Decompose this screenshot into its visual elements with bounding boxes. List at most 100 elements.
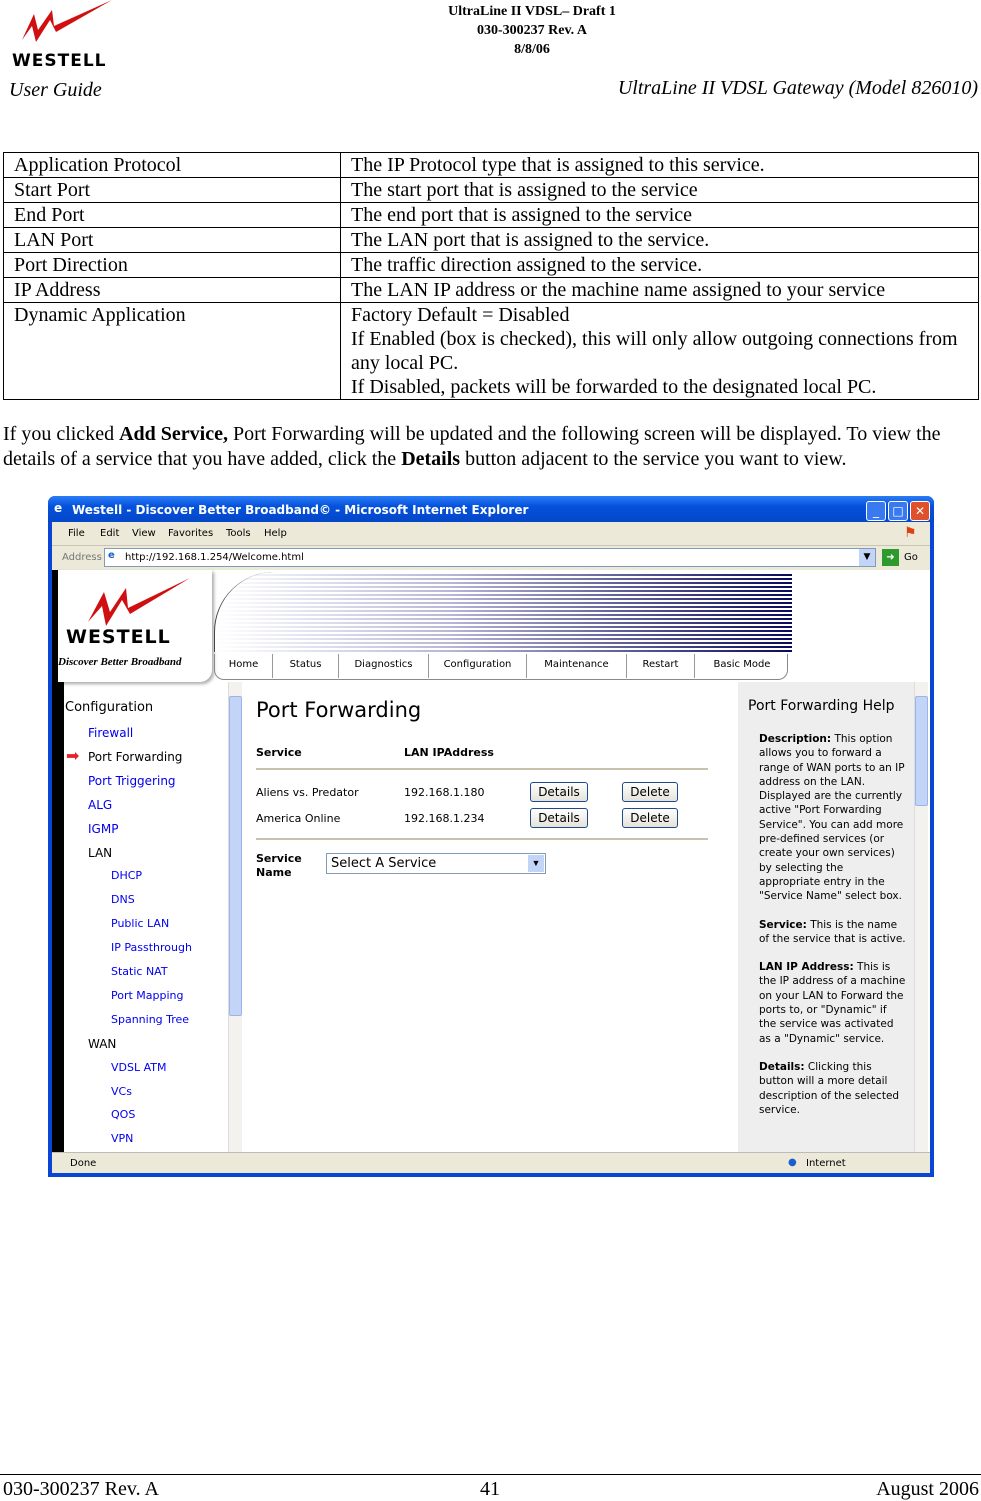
details-button[interactable]: Details (530, 782, 588, 802)
sidebar-item-ip-passthrough[interactable]: IP Passthrough (111, 941, 192, 954)
help-panel: Port Forwarding Help Description: This o… (738, 682, 914, 1152)
sidebar-item-dhcp[interactable]: DHCP (111, 869, 142, 882)
service-name-select[interactable]: Select A Service ▼ (326, 853, 546, 874)
help-item: Details: Clicking this button will a mor… (759, 1060, 906, 1117)
help-title: Port Forwarding Help (748, 698, 895, 714)
go-button[interactable]: Go (904, 552, 918, 563)
windows-logo-icon: ⚑ (904, 525, 917, 541)
minimize-button[interactable]: _ (866, 501, 886, 521)
description-line: The IP Protocol type that is assigned to… (351, 154, 765, 176)
help-term: Description: (759, 733, 832, 745)
help-item: Description: This option allows you to f… (759, 732, 906, 904)
sidebar-item-alg[interactable]: ALG (88, 798, 112, 812)
menu-help[interactable]: Help (264, 528, 287, 539)
instruction-paragraph: If you clicked Add Service, Port Forward… (3, 423, 941, 470)
go-arrow-icon[interactable]: ➜ (882, 549, 899, 566)
menu-tools[interactable]: Tools (226, 528, 251, 539)
maximize-button[interactable]: □ (888, 501, 908, 521)
address-input[interactable]: http://192.168.1.254/Welcome.html e ▼ (104, 548, 876, 567)
sidebar-scrollbar[interactable] (228, 682, 242, 1152)
banner-logo-text: WESTELL (66, 626, 171, 648)
description-cell: Factory Default = Disabled If Enabled (bo… (340, 302, 979, 400)
description-line: The LAN IP address or the machine name a… (351, 279, 886, 301)
url-text: http://192.168.1.254/Welcome.html (125, 552, 304, 563)
description-line: Factory Default = Disabled (351, 304, 570, 326)
col-header-service: Service (256, 746, 302, 759)
description-cell: The LAN port that is assigned to the ser… (340, 227, 979, 253)
sidebar: Configuration Firewall Port Forwarding ➡ Po… (64, 682, 228, 1152)
term-cell: LAN Port (3, 227, 341, 253)
divider (256, 768, 708, 770)
sidebar-item-vcs[interactable]: VCs (111, 1085, 132, 1098)
nav-restart[interactable]: Restart (627, 654, 695, 678)
nav-configuration[interactable]: Configuration (429, 654, 527, 678)
description-cell: The start port that is assigned to the s… (340, 177, 979, 203)
nav-home[interactable]: Home (215, 654, 273, 678)
nav-basic-mode[interactable]: Basic Mode (695, 654, 789, 678)
banner-logo-area: WESTELL Discover Better Broadband (52, 570, 212, 682)
help-text: This is the IP address of a machine on y… (759, 961, 906, 1045)
close-button[interactable]: ✕ (910, 501, 930, 521)
table-row: IP Address The LAN IP address or the mach… (3, 277, 979, 303)
sidebar-item-public-lan[interactable]: Public LAN (111, 917, 169, 930)
nav-maintenance[interactable]: Maintenance (527, 654, 627, 678)
description-line: The start port that is assigned to the s… (351, 179, 698, 201)
sidebar-item-dns[interactable]: DNS (111, 893, 135, 906)
chevron-down-icon[interactable]: ▼ (528, 855, 544, 872)
description-line: The LAN port that is assigned to the ser… (351, 229, 710, 251)
term-cell: End Port (3, 202, 341, 228)
menu-file[interactable]: File (68, 528, 85, 539)
nav-status[interactable]: Status (273, 654, 339, 678)
address-bar: Address http://192.168.1.254/Welcome.htm… (52, 546, 930, 570)
sidebar-item-port-mapping[interactable]: Port Mapping (111, 989, 184, 1002)
details-button[interactable]: Details (530, 808, 588, 828)
banner-graphic (214, 572, 792, 652)
table-row: End Port The end port that is assigned to… (3, 202, 979, 228)
table-row: Port Direction The traffic direction assi… (3, 252, 979, 278)
sidebar-item-vpn[interactable]: VPN (111, 1132, 133, 1145)
globe-icon: ● (788, 1157, 797, 1168)
status-bar: Done ● Internet (52, 1152, 930, 1173)
description-line: If Enabled (box is checked), this will o… (351, 328, 958, 374)
sidebar-item-spanning-tree[interactable]: Spanning Tree (111, 1013, 189, 1026)
service-name-label: Service Name (256, 852, 302, 879)
select-value: Select A Service (331, 856, 437, 871)
description-cell: The end port that is assigned to the ser… (340, 202, 979, 228)
service-ip: 192.168.1.234 (404, 812, 485, 825)
menu-favorites[interactable]: Favorites (168, 528, 213, 539)
help-scrollbar[interactable] (914, 682, 928, 1152)
menu-edit[interactable]: Edit (100, 528, 119, 539)
westell-banner-logo (88, 578, 190, 626)
table-row: LAN Port The LAN port that is assigned to… (3, 227, 979, 253)
menu-view[interactable]: View (132, 528, 156, 539)
footer-left: 030-300237 Rev. A (3, 1478, 159, 1500)
sidebar-item-vdsl-atm[interactable]: VDSL ATM (111, 1061, 166, 1074)
table-row: Application Protocol The IP Protocol type… (3, 152, 979, 178)
address-dropdown-icon[interactable]: ▼ (859, 549, 875, 566)
description-cell: The LAN IP address or the machine name a… (340, 277, 979, 303)
term-cell: Start Port (3, 177, 341, 203)
banner-tagline: Discover Better Broadband (58, 656, 182, 668)
doc-title: UltraLine II VDSL– Draft 1 (448, 4, 616, 19)
ie-icon: e (54, 501, 63, 515)
help-term: Details: (759, 1060, 805, 1073)
sidebar-item-igmp[interactable]: IGMP (88, 822, 118, 836)
term-cell: Port Direction (3, 252, 341, 278)
table-row: Dynamic Application Factory Default = Dis… (3, 302, 979, 400)
sidebar-item-port-forwarding: Port Forwarding (88, 749, 183, 764)
sidebar-item-firewall[interactable]: Firewall (88, 726, 133, 740)
service-ip: 192.168.1.180 (404, 786, 485, 799)
page-number: 41 (480, 1478, 500, 1500)
col-header-ip: LAN IPAddress (404, 746, 494, 759)
sidebar-item-static-nat[interactable]: Static NAT (111, 965, 168, 978)
description-line: The traffic direction assigned to the se… (351, 254, 703, 276)
header-right: UltraLine II VDSL Gateway (Model 826010) (617, 77, 978, 99)
sidebar-item-port-triggering[interactable]: Port Triggering (88, 774, 176, 788)
delete-button[interactable]: Delete (622, 808, 678, 828)
page-icon: e (108, 550, 115, 561)
description-line: If Disabled, packets will be forwarded t… (351, 376, 877, 398)
delete-button[interactable]: Delete (622, 782, 678, 802)
sidebar-item-qos[interactable]: QOS (111, 1108, 135, 1121)
nav-diagnostics[interactable]: Diagnostics (339, 654, 429, 678)
help-term: LAN IP Address: (759, 961, 854, 974)
